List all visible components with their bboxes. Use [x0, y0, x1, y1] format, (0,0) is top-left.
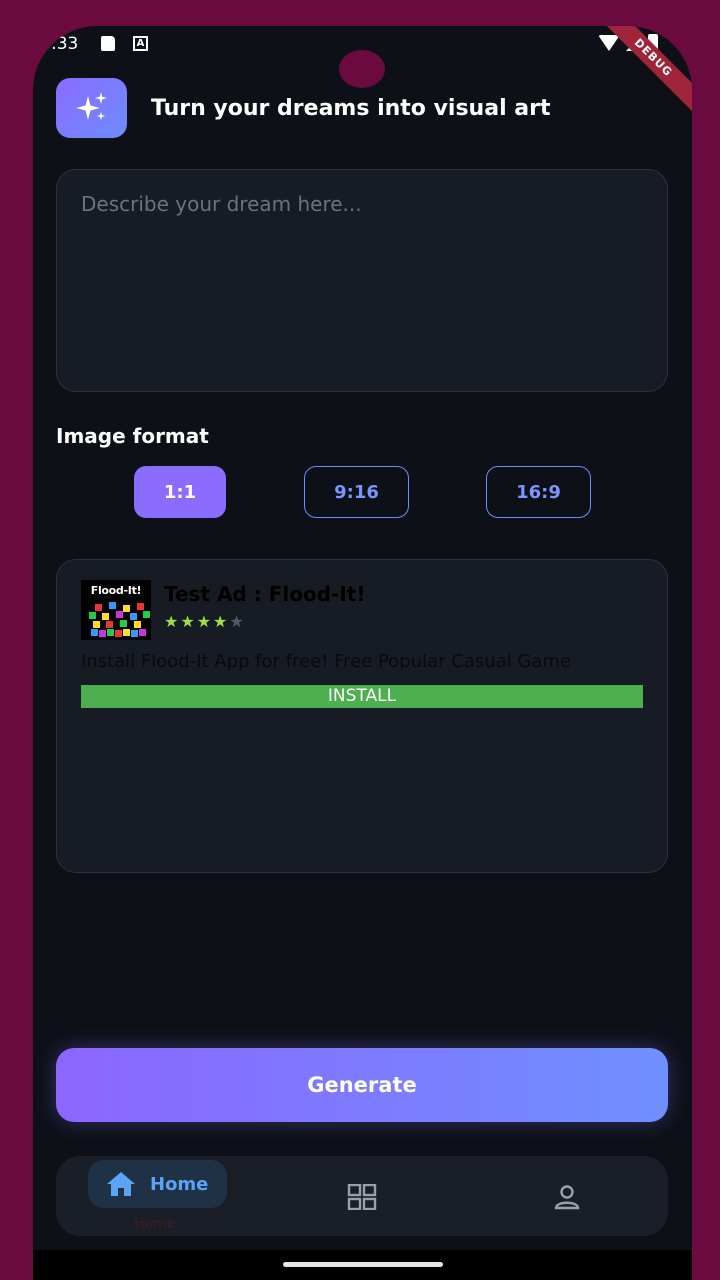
wifi-icon [598, 34, 620, 51]
ad-description: Install Flood-It App for free! Free Popu… [81, 651, 571, 672]
ad-install-button[interactable]: INSTALL [81, 685, 643, 708]
format-9-16-button[interactable]: 9:16 [304, 466, 409, 518]
sparkles-icon [56, 78, 127, 138]
home-gesture-handle[interactable] [283, 1262, 443, 1267]
status-time: :33 [51, 34, 79, 54]
image-format-label: Image format [56, 424, 209, 448]
star-icon: ★ [213, 612, 228, 631]
sd-card-icon [101, 36, 115, 51]
nav-item-home[interactable]: Home [88, 1160, 227, 1208]
nav-item-gallery[interactable] [347, 1183, 377, 1214]
star-empty-icon: ★ [229, 612, 244, 631]
nav-item-profile[interactable] [553, 1184, 581, 1214]
app-screen: :33 A DEBUG Turn your dreams into visual… [33, 26, 692, 1280]
star-icon: ★ [180, 612, 195, 631]
native-ad-card[interactable]: Flood-It! Test Ad : Flood-It! ★ ★ ★ ★ ★ … [56, 559, 668, 873]
ad-app-icon[interactable]: Flood-It! [81, 580, 151, 640]
header: Turn your dreams into visual art [56, 78, 550, 138]
generate-button[interactable]: Generate [56, 1048, 668, 1122]
format-1-1-button[interactable]: 1:1 [134, 466, 226, 518]
grid-icon [347, 1183, 377, 1211]
nav-home-label: Home [150, 1173, 209, 1195]
ad-title[interactable]: Test Ad : Flood-It! [164, 582, 365, 606]
gesture-bar [33, 1250, 692, 1280]
ad-rating: ★ ★ ★ ★ ★ [164, 612, 244, 631]
bottom-navigation: Home Home [56, 1156, 668, 1236]
dream-prompt-input[interactable] [56, 169, 668, 392]
format-16-9-button[interactable]: 16:9 [486, 466, 591, 518]
ad-icon-brand: Flood-It! [90, 584, 142, 597]
home-icon [107, 1172, 135, 1196]
star-icon: ★ [196, 612, 212, 631]
page-title: Turn your dreams into visual art [151, 95, 551, 121]
notification-icon: A [133, 36, 148, 51]
nav-home-ghost-label: Home [134, 1216, 176, 1232]
star-icon: ★ [164, 612, 179, 631]
person-icon [554, 1185, 580, 1210]
